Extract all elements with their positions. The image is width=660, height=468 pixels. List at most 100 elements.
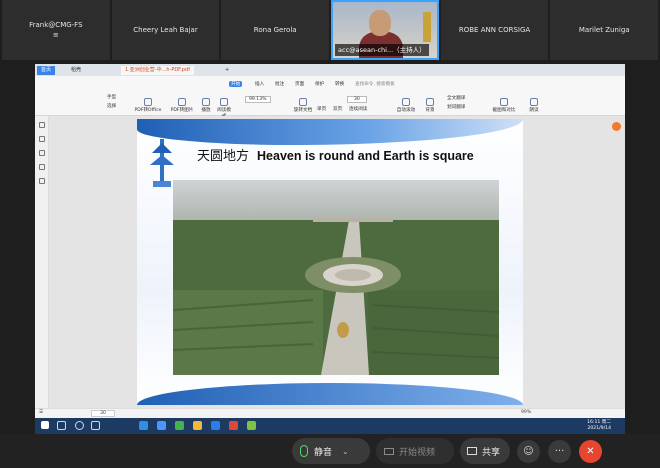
double-page-button[interactable]: 双页 [333, 106, 342, 112]
menu-item-protect[interactable]: 保护 [313, 81, 326, 87]
tab-home[interactable]: 首页 [37, 66, 56, 75]
share-screen-icon [467, 447, 477, 455]
word-translate-button[interactable]: 划词翻译 [447, 104, 465, 110]
share-button[interactable]: 共享 [460, 438, 510, 464]
tab-docer[interactable]: 稻壳 [67, 66, 85, 75]
nav-label: ☰ [39, 410, 44, 415]
wechat-icon[interactable] [175, 421, 184, 430]
mail-icon[interactable] [211, 421, 220, 430]
host-face [369, 10, 392, 36]
new-tab-button[interactable]: + [221, 66, 233, 75]
menu-item-insert[interactable]: 插入 [253, 81, 266, 87]
tab-pdf[interactable]: 1.亚洲创业营-中...h-PDF.pdf [121, 66, 194, 75]
mute-button[interactable]: 静音 ⌄ [292, 438, 370, 464]
system-clock[interactable]: 16:11 周二 2021/9/14 [587, 420, 611, 432]
slide-title-english: Heaven is round and Earth is square [257, 149, 474, 163]
menu-item-annotate[interactable]: 批注 [273, 81, 286, 87]
command-search[interactable]: 查找命令, 搜索模板 [355, 81, 395, 87]
rotate-icon [299, 98, 307, 106]
reactions-button[interactable]: ☺ [517, 440, 540, 463]
edge-icon[interactable] [139, 421, 148, 430]
status-page-field[interactable]: 30 [91, 410, 115, 417]
floating-assistant-icon[interactable] [612, 122, 621, 131]
meeting-controls: 静音 ⌄ 开始视频 共享 ☺ ··· ✕ [0, 434, 660, 468]
attachment-icon[interactable] [39, 164, 45, 170]
meeting-window: Frank@CMG-FS ≡ Cheery Leah Bajar Rona Ger… [0, 0, 660, 468]
meeting-app-icon[interactable] [157, 421, 166, 430]
play-button[interactable]: 播放 [199, 98, 213, 113]
background-label: 背景 [425, 108, 435, 113]
wps-icon[interactable] [229, 421, 238, 430]
clock-date: 2021/9/14 [587, 426, 611, 431]
single-page-button[interactable]: 单页 [317, 106, 326, 112]
rotate-button[interactable]: 旋转文档 [293, 98, 313, 113]
pdf-to-image-button[interactable]: PDF转图片 [169, 98, 195, 113]
document-canvas[interactable]: 天圆地方 Heaven is round and Earth is square [49, 116, 625, 408]
screenshot-compare-button[interactable]: 截图和对比 [491, 98, 517, 113]
pdf-to-office-button[interactable]: PDF转Office [133, 98, 163, 113]
screenshot-icon [500, 98, 508, 106]
select-tool[interactable]: 选择 [107, 103, 116, 109]
pdf-office-icon [144, 98, 152, 106]
slide-title-chinese: 天圆地方 [197, 149, 250, 164]
chevron-down-icon[interactable]: ⌄ [342, 447, 349, 456]
participant-tile[interactable]: Rona Gerola [221, 0, 330, 60]
page-number-field[interactable]: 30 [347, 96, 367, 103]
thumbnail-icon[interactable] [39, 136, 45, 142]
aerial-photo-image [173, 180, 499, 375]
continuous-button[interactable]: 连续阅读 [349, 106, 367, 112]
shared-screen: 首页 稻壳 1.亚洲创业营-中...h-PDF.pdf + 开始 插入 批注 页… [35, 64, 625, 434]
flag-graphic [422, 12, 431, 42]
hand-tool[interactable]: 手型 [107, 94, 116, 100]
full-translate-button[interactable]: 全文翻译 [447, 95, 465, 101]
speaker-icon [530, 98, 538, 106]
pdf-slide: 天圆地方 Heaven is round and Earth is square [137, 119, 523, 405]
smiley-icon: ☺ [523, 446, 534, 457]
search-icon[interactable] [57, 421, 66, 430]
folder-icon[interactable] [193, 421, 202, 430]
moon-icon [426, 98, 434, 106]
read-aloud-button[interactable]: 朗读 [527, 98, 541, 113]
menu-item-convert[interactable]: 转换 [333, 81, 346, 87]
participant-tile[interactable]: Marilet Zuniga [550, 0, 659, 60]
participant-tile[interactable]: Cheery Leah Bajar [111, 0, 220, 60]
background-button[interactable]: 背景 [423, 98, 437, 113]
participant-tile[interactable]: ROBE ANN CORSIGA [440, 0, 549, 60]
zoom-field[interactable]: 99.13% [245, 96, 271, 103]
pdf-image-icon [178, 98, 186, 106]
left-sidebar [35, 116, 49, 408]
screenshot-compare-label: 截图和对比 [492, 108, 516, 113]
stamp-icon[interactable] [39, 178, 45, 184]
camera-icon [384, 447, 394, 455]
auto-scroll-button[interactable]: 自动滚动 [395, 98, 417, 113]
end-meeting-button[interactable]: ✕ [579, 440, 602, 463]
scroll-icon [402, 98, 410, 106]
windows-taskbar: 16:11 周二 2021/9/14 [35, 418, 625, 434]
comment-icon[interactable] [39, 150, 45, 156]
task-view-icon[interactable] [91, 421, 100, 430]
slide-top-wave [137, 119, 523, 145]
book-icon [220, 98, 228, 106]
host-video-tile[interactable]: acc@asean-chi...（主持人） [331, 0, 439, 60]
participant-name: Marilet Zuniga [578, 26, 630, 34]
participant-tile[interactable]: Frank@CMG-FS ≡ [2, 0, 110, 60]
participant-name: Cheery Leah Bajar [133, 26, 198, 34]
start-video-label: 开始视频 [399, 447, 436, 458]
close-icon: ✕ [586, 446, 595, 457]
ribbon-toolbar: 开始 插入 批注 页面 保护 转换 查找命令, 搜索模板 手型 选择 PDF转O… [35, 76, 625, 119]
cortana-icon[interactable] [75, 421, 84, 430]
start-video-button[interactable]: 开始视频 [376, 438, 454, 464]
rotate-label: 旋转文档 [293, 108, 313, 113]
play-icon [202, 98, 210, 106]
bookmark-icon[interactable] [39, 122, 45, 128]
status-zoom[interactable]: 99% [521, 410, 531, 415]
green-app-icon[interactable] [247, 421, 256, 430]
microphone-icon [300, 445, 308, 457]
play-label: 播放 [201, 108, 211, 113]
menu-item-page[interactable]: 页面 [293, 81, 306, 87]
more-button[interactable]: ··· [548, 440, 571, 463]
menu-item-start[interactable]: 开始 [229, 81, 243, 87]
pdf-to-image-label: PDF转图片 [170, 108, 194, 113]
pdf-to-office-label: PDF转Office [134, 108, 162, 113]
start-icon[interactable] [41, 421, 49, 429]
